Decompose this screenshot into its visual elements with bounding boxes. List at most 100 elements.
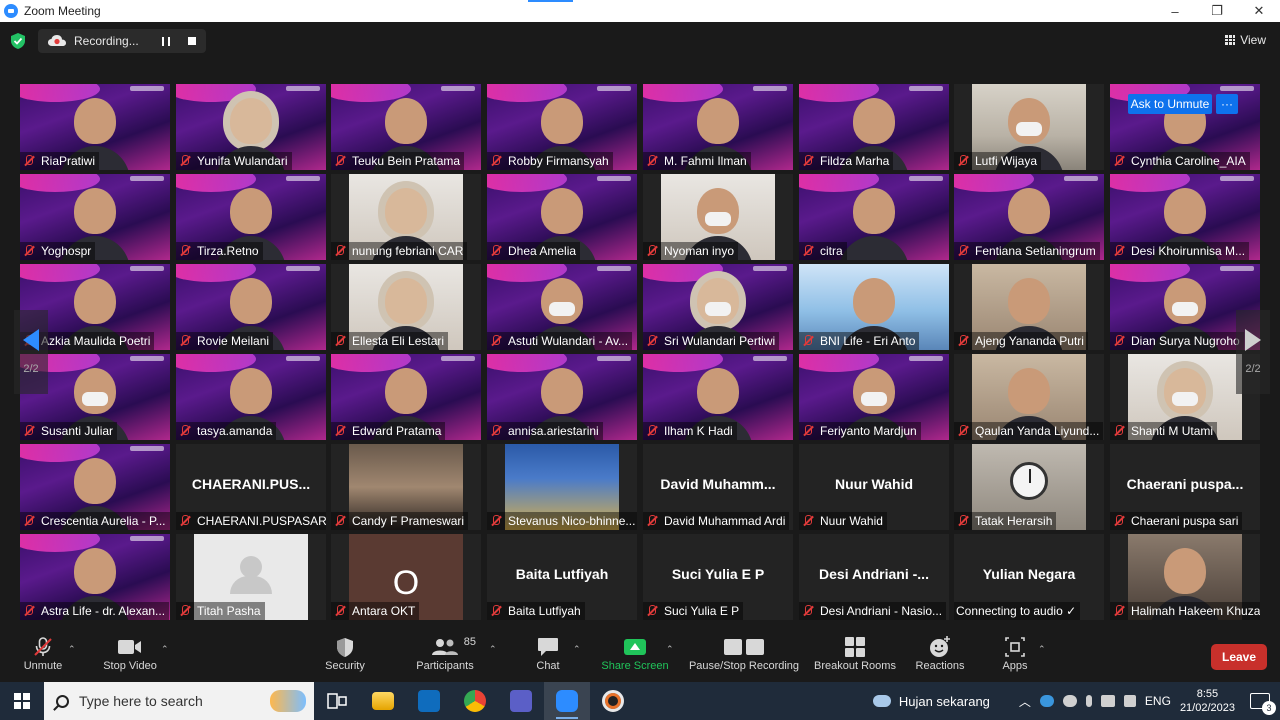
participant-name-tag: Astra Life - dr. Alexan... bbox=[20, 602, 170, 620]
video-tile[interactable]: Yoghospr bbox=[20, 174, 170, 260]
start-button[interactable] bbox=[0, 682, 44, 720]
apps-caret-icon[interactable]: ⌃ bbox=[1038, 644, 1046, 655]
audio-options-caret-icon[interactable]: ⌃ bbox=[68, 644, 76, 655]
video-tile[interactable]: Fildza Marha bbox=[799, 84, 949, 170]
notifications-icon[interactable]: 3 bbox=[1250, 693, 1276, 715]
share-screen-button[interactable]: Share Screen bbox=[600, 634, 670, 680]
tile-more-button[interactable]: ··· bbox=[1216, 94, 1238, 114]
reactions-button[interactable]: Reactions bbox=[914, 634, 966, 680]
file-explorer-icon[interactable] bbox=[360, 682, 406, 720]
leave-button[interactable]: Leave bbox=[1211, 644, 1267, 670]
weather-widget[interactable]: Hujan sekarang bbox=[872, 694, 990, 709]
chrome-icon[interactable] bbox=[452, 682, 498, 720]
video-tile[interactable]: Robby Firmansyah bbox=[487, 84, 637, 170]
encryption-shield-icon[interactable] bbox=[11, 33, 25, 49]
stop-video-button[interactable]: Stop Video bbox=[100, 634, 160, 680]
minimize-button[interactable]: – bbox=[1154, 0, 1196, 22]
video-tile[interactable]: Baita Lutfiyah Baita Lutfiyah bbox=[487, 534, 637, 620]
video-tile[interactable]: Feriyanto Mardjun bbox=[799, 354, 949, 440]
participant-name: Chaerani puspa sari bbox=[1131, 514, 1239, 528]
participant-name: tasya.amanda bbox=[197, 424, 273, 438]
video-tile[interactable]: Edward Pratama bbox=[331, 354, 481, 440]
participant-name: Baita Lutfiyah bbox=[508, 604, 581, 618]
video-tile[interactable]: Dhea Amelia bbox=[487, 174, 637, 260]
unmute-button[interactable]: Unmute bbox=[22, 634, 64, 680]
chevron-up-icon[interactable]: ︿ bbox=[1019, 693, 1031, 710]
battery-icon[interactable] bbox=[1100, 695, 1115, 707]
video-tile[interactable]: citra bbox=[799, 174, 949, 260]
chat-button[interactable]: Chat bbox=[532, 634, 564, 680]
next-page-button[interactable]: 2/2 bbox=[1236, 310, 1270, 394]
video-tile[interactable]: David Muhamm... David Muhammad Ardi bbox=[643, 444, 793, 530]
video-tile[interactable]: annisa.ariestarini bbox=[487, 354, 637, 440]
participant-name: Astuti Wulandari - Av... bbox=[508, 334, 629, 348]
media-player-icon[interactable] bbox=[590, 682, 636, 720]
video-tile[interactable]: Astra Life - dr. Alexan... bbox=[20, 534, 170, 620]
previous-page-button[interactable]: 2/2 bbox=[14, 310, 48, 394]
video-tile[interactable]: Qaulan Yanda Liyund... bbox=[954, 354, 1104, 440]
video-tile[interactable]: Fentiana Setianingrum bbox=[954, 174, 1104, 260]
video-tile[interactable]: O Antara OKT bbox=[331, 534, 481, 620]
participant-silhouette bbox=[839, 278, 909, 350]
video-tile[interactable]: Nuur Wahid Nuur Wahid bbox=[799, 444, 949, 530]
apps-button[interactable]: Apps bbox=[998, 634, 1032, 680]
video-tile[interactable]: Stevanus Nico-bhinne... bbox=[487, 444, 637, 530]
video-options-caret-icon[interactable]: ⌃ bbox=[161, 644, 169, 655]
video-tile[interactable]: CHAERANI.PUS... CHAERANI.PUSPASARI bbox=[176, 444, 326, 530]
mic-muted-icon bbox=[333, 335, 347, 347]
onedrive-cloud-icon[interactable] bbox=[1039, 695, 1054, 707]
video-tile[interactable]: Yulian Negara Connecting to audio ✓ bbox=[954, 534, 1104, 620]
video-tile[interactable]: Ilham K Hadi bbox=[643, 354, 793, 440]
maximize-button[interactable]: ❐ bbox=[1196, 0, 1238, 22]
video-tile[interactable]: Chaerani puspa... Chaerani puspa sari bbox=[1110, 444, 1260, 530]
breakout-rooms-button[interactable]: Breakout Rooms bbox=[812, 634, 898, 680]
video-tile[interactable]: RiaPratiwi bbox=[20, 84, 170, 170]
teams-icon[interactable] bbox=[498, 682, 544, 720]
participants-button[interactable]: 85 Participants bbox=[414, 634, 476, 680]
video-tile[interactable]: Astuti Wulandari - Av... bbox=[487, 264, 637, 350]
video-tile[interactable]: Tirza.Retno bbox=[176, 174, 326, 260]
video-tile[interactable]: Desi Andriani -... Desi Andriani - Nasio.… bbox=[799, 534, 949, 620]
video-tile[interactable]: BNI Life - Eri Anto bbox=[799, 264, 949, 350]
share-options-caret-icon[interactable]: ⌃ bbox=[666, 644, 674, 655]
video-tile[interactable]: M. Fahmi Ilman bbox=[643, 84, 793, 170]
video-tile[interactable]: tasya.amanda bbox=[176, 354, 326, 440]
outlook-icon[interactable] bbox=[406, 682, 452, 720]
participants-caret-icon[interactable]: ⌃ bbox=[489, 644, 497, 655]
video-tile[interactable]: Lutfi Wijaya bbox=[954, 84, 1104, 170]
task-view-icon[interactable] bbox=[314, 682, 360, 720]
video-tile[interactable]: Ajeng Yananda Putri bbox=[954, 264, 1104, 350]
language-indicator[interactable]: ENG bbox=[1145, 694, 1171, 708]
stop-recording-icon[interactable] bbox=[188, 37, 196, 45]
video-tile[interactable]: Crescentia Aurelia - P... bbox=[20, 444, 170, 530]
video-tile[interactable]: Desi Khoirunnisa M... bbox=[1110, 174, 1260, 260]
video-tile[interactable]: Yunifa Wulandari bbox=[176, 84, 326, 170]
onedrive-personal-icon[interactable] bbox=[1062, 695, 1077, 707]
taskbar-search-box[interactable]: Type here to search bbox=[44, 682, 314, 720]
security-button[interactable]: Security bbox=[322, 634, 368, 680]
video-tile[interactable]: Titah Pasha bbox=[176, 534, 326, 620]
pause-recording-icon[interactable] bbox=[162, 36, 170, 46]
mic-muted-icon bbox=[178, 335, 192, 347]
close-button[interactable]: ✕ bbox=[1238, 0, 1280, 22]
video-tile[interactable]: Ellesta Eli Lestari bbox=[331, 264, 481, 350]
pause-stop-recording-button[interactable]: Pause/Stop Recording bbox=[688, 634, 800, 680]
video-tile[interactable]: Rovie Meilani bbox=[176, 264, 326, 350]
zoom-icon[interactable] bbox=[544, 682, 590, 720]
chat-caret-icon[interactable]: ⌃ bbox=[573, 644, 581, 655]
video-tile[interactable]: Teuku Bein Pratama bbox=[331, 84, 481, 170]
video-tile[interactable]: nunung febriani CAR bbox=[331, 174, 481, 260]
view-button[interactable]: View bbox=[1225, 33, 1266, 47]
video-tile[interactable]: Suci Yulia E P Suci Yulia E P bbox=[643, 534, 793, 620]
video-tile[interactable]: Tatak Herarsih bbox=[954, 444, 1104, 530]
video-tile[interactable]: Candy F Prameswari bbox=[331, 444, 481, 530]
taskbar-clock[interactable]: 8:55 21/02/2023 bbox=[1180, 687, 1235, 715]
participant-silhouette bbox=[683, 278, 753, 350]
video-tile[interactable]: Halimah Hakeem Khuzai... bbox=[1110, 534, 1260, 620]
video-tile[interactable]: Nyoman inyo bbox=[643, 174, 793, 260]
ask-to-unmute-button[interactable]: Ask to Unmute bbox=[1128, 94, 1212, 114]
chat-label: Chat bbox=[536, 660, 560, 672]
microphone-icon[interactable] bbox=[1085, 695, 1092, 707]
video-tile[interactable]: Sri Wulandari Pertiwi bbox=[643, 264, 793, 350]
speaker-icon[interactable] bbox=[1123, 695, 1136, 707]
